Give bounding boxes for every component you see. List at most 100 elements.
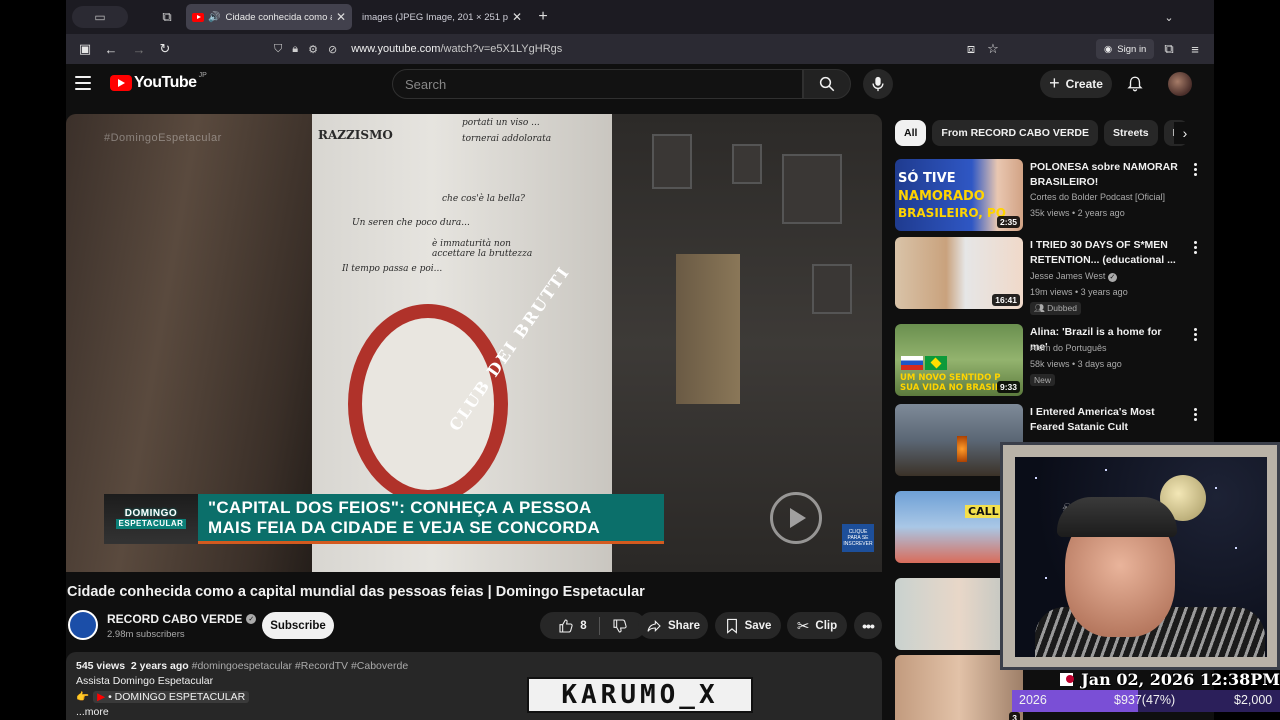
- account-icon: ◉: [1104, 43, 1113, 55]
- streamer-name-tag: KARUMO_X: [527, 677, 753, 713]
- close-tab-icon[interactable]: ✕: [336, 10, 346, 24]
- search-button[interactable]: [803, 69, 851, 99]
- program-logo-bottom: ESPETACULAR: [115, 519, 187, 529]
- headline-banner: "CAPITAL DOS FEIOS": CONHEÇA A PESSOA MA…: [198, 494, 664, 544]
- more-vertical-icon[interactable]: [1191, 161, 1199, 178]
- program-logo: DOMINGO ESPETACULAR: [104, 494, 198, 544]
- lock-icon[interactable]: 🔒︎: [292, 43, 298, 56]
- video-description[interactable]: 545 views 2 years ago #domingoespetacula…: [66, 652, 882, 720]
- poster-text: che cos'è la bella?: [442, 194, 525, 204]
- chip-from-channel[interactable]: From RECORD CABO VERDE: [932, 120, 1099, 146]
- club-badge: [348, 304, 508, 504]
- share-button[interactable]: Share: [638, 612, 708, 639]
- autoplay-blocked-icon[interactable]: ⊘: [328, 43, 337, 56]
- close-tab-icon[interactable]: ✕: [512, 10, 522, 24]
- search-icon: [819, 76, 835, 92]
- donation-goal-bar: 2026 $937(47%) $2,000: [1012, 690, 1280, 712]
- recommended-video[interactable]: UM NOVO SENTIDO P SUA VIDA NO BRASIL 9:3…: [895, 324, 1197, 398]
- video-thumbnail[interactable]: SÓ TIVE NAMORADO BRASILEIRO, PQ 2:35: [895, 159, 1023, 231]
- tab-images[interactable]: images (JPEG Image, 201 × 251 pixels) ✕: [356, 4, 528, 30]
- recommended-channel[interactable]: Cortes do Bolder Podcast [Oficial]: [1030, 192, 1165, 202]
- notifications-bell-icon[interactable]: [1124, 73, 1146, 95]
- clip-button[interactable]: ✂ Clip: [787, 612, 847, 639]
- speaker-icon[interactable]: 🔊: [208, 12, 220, 23]
- reload-icon[interactable]: ↻: [154, 38, 176, 60]
- bookmark-star-icon[interactable]: ☆: [982, 38, 1004, 60]
- channel-chip[interactable]: ▶ • DOMINGO ESPETACULAR: [93, 690, 250, 703]
- brazil-flag-icon: [925, 356, 947, 370]
- sidebar-panel-icon[interactable]: ▣: [74, 38, 96, 60]
- new-tab-button[interactable]: +: [532, 6, 554, 28]
- chip-all[interactable]: All: [895, 120, 927, 146]
- date-overlay: Jan 02, 2026 12:38PM: [1012, 668, 1280, 690]
- search-input[interactable]: Search: [392, 69, 803, 99]
- plus-icon: +: [1049, 72, 1060, 93]
- chip-streets[interactable]: Streets: [1104, 120, 1158, 146]
- poster-text: portati un viso ...: [462, 118, 540, 128]
- voice-search-button[interactable]: [863, 69, 893, 99]
- share-arrow-icon: [647, 619, 661, 632]
- extensions-icon[interactable]: ⧉: [1158, 38, 1180, 60]
- shield-icon[interactable]: ⛉: [274, 43, 282, 56]
- sign-in-button[interactable]: ◉ Sign in: [1096, 39, 1155, 59]
- create-label: Create: [1065, 77, 1103, 91]
- more-vertical-icon[interactable]: [1191, 406, 1199, 423]
- more-vertical-icon[interactable]: [1191, 239, 1199, 256]
- sign-in-label: Sign in: [1117, 43, 1147, 55]
- permissions-icon[interactable]: ⚙: [308, 43, 318, 56]
- recommended-channel[interactable]: Além do Português: [1030, 343, 1107, 353]
- verified-check-icon: ✓: [1107, 273, 1117, 282]
- chevron-down-icon[interactable]: ⌄: [1158, 6, 1180, 28]
- guide-menu-icon[interactable]: [74, 74, 92, 92]
- menu-icon[interactable]: ≡: [1184, 38, 1206, 60]
- tab-list-icon: ⧉: [162, 9, 172, 24]
- recommended-channel[interactable]: Jesse James West ✓: [1030, 271, 1117, 282]
- dislike-button[interactable]: [612, 618, 628, 634]
- tab-title: Cidade conhecida como a capital mundial …: [225, 11, 331, 23]
- back-arrow-icon[interactable]: ←: [100, 38, 122, 60]
- like-count: 8: [580, 619, 587, 632]
- sidebar-toggle-button[interactable]: ▭: [72, 6, 128, 28]
- create-button[interactable]: + Create: [1040, 70, 1112, 98]
- recommended-video[interactable]: 16:41 I TRIED 30 DAYS OF S*MEN RETENTION…: [895, 237, 1197, 315]
- video-duration: 9:33: [996, 381, 1020, 393]
- japan-flag-icon: [1060, 672, 1075, 686]
- subscribe-hint-overlay[interactable]: CLIQUE PARA SE INSCREVER: [842, 524, 874, 552]
- subscribe-button[interactable]: Subscribe: [262, 612, 334, 639]
- tab-youtube-video[interactable]: 🔊 Cidade conhecida como a capital mundia…: [186, 4, 352, 30]
- tab-list-button[interactable]: ⧉: [156, 6, 178, 28]
- streamer-cap: [1057, 497, 1177, 537]
- save-button[interactable]: Save: [715, 612, 781, 639]
- like-dislike-group: 8: [540, 612, 646, 639]
- microphone-icon: [872, 76, 884, 92]
- goal-current: $937(47%): [1114, 693, 1176, 707]
- more-vertical-icon[interactable]: [1191, 326, 1199, 343]
- video-thumbnail[interactable]: UM NOVO SENTIDO P SUA VIDA NO BRASIL 9:3…: [895, 324, 1023, 396]
- youtube-logo[interactable]: YouTube JP: [110, 72, 207, 92]
- recommended-title[interactable]: POLONESA sobre NAMORAR BRASILEIRO!: [1030, 160, 1180, 190]
- channel-avatar[interactable]: [68, 610, 98, 640]
- user-avatar[interactable]: [1168, 72, 1192, 96]
- save-label: Save: [744, 619, 772, 632]
- recommended-video[interactable]: SÓ TIVE NAMORADO BRASILEIRO, PQ 2:35 POL…: [895, 159, 1197, 233]
- thumbs-down-icon: [613, 618, 627, 633]
- channel-chip-label: • DOMINGO ESPETACULAR: [108, 690, 246, 703]
- record-tv-logo: [770, 492, 822, 544]
- video-thumbnail[interactable]: 16:41: [895, 237, 1023, 309]
- video-watermark: #DomingoEspetacular: [104, 132, 222, 144]
- chevron-right-icon[interactable]: ›: [1174, 122, 1196, 144]
- video-player[interactable]: RAZZISMO che cos'è la bella? Un seren ch…: [66, 114, 882, 572]
- recommended-title[interactable]: I TRIED 30 DAYS OF S*MEN RETENTION... (e…: [1030, 238, 1180, 268]
- picture-in-picture-icon[interactable]: ⧈: [960, 38, 982, 60]
- poster-text: RAZZISMO: [318, 128, 393, 142]
- forward-arrow-icon[interactable]: →: [128, 38, 150, 60]
- youtube-header: YouTube JP Search + Create: [66, 64, 1214, 104]
- address-bar[interactable]: ⛉ 🔒︎ ⚙ ⊘ www.youtube.com/watch?v=e5X1LYg…: [268, 37, 1008, 61]
- recommended-title[interactable]: I Entered America's Most Feared Satanic …: [1030, 405, 1180, 435]
- channel-name[interactable]: RECORD CABO VERDE ✓: [107, 612, 257, 626]
- more-actions-button[interactable]: •••: [854, 612, 882, 639]
- like-button[interactable]: 8: [558, 618, 587, 634]
- hashtags[interactable]: #domingoespetacular #RecordTV #Caboverde: [192, 660, 409, 672]
- channel-name-text: RECORD CABO VERDE: [107, 612, 243, 626]
- recommended-meta: 35k views • 2 years ago: [1030, 208, 1125, 218]
